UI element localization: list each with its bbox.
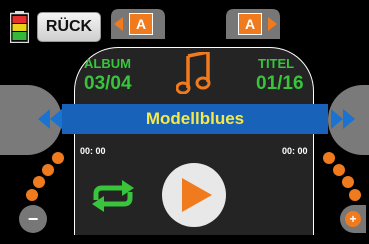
- volume-dot: [33, 176, 45, 188]
- tab-a-left[interactable]: A: [111, 9, 165, 39]
- music-note-icon: [176, 52, 211, 94]
- volume-dot: [333, 164, 345, 176]
- previous-track-icon[interactable]: [38, 109, 62, 129]
- volume-down-button[interactable]: −: [19, 205, 47, 233]
- time-elapsed: 00: 00: [80, 146, 106, 156]
- play-button[interactable]: [162, 163, 226, 227]
- volume-dot: [323, 152, 335, 164]
- album-label: ALBUM: [84, 56, 131, 71]
- volume-dot: [342, 176, 354, 188]
- title-label: TITEL: [258, 56, 295, 71]
- tab-a-label: A: [238, 13, 262, 35]
- arrow-left-icon: [114, 17, 123, 31]
- battery-icon: [10, 11, 29, 43]
- tab-a-label: A: [129, 13, 153, 35]
- volume-dot: [26, 189, 38, 201]
- play-icon: [182, 178, 212, 212]
- back-button[interactable]: RÜCK: [37, 12, 101, 42]
- repeat-icon[interactable]: [88, 180, 138, 212]
- next-track-icon[interactable]: [331, 109, 355, 129]
- tab-a-right[interactable]: A: [226, 9, 280, 39]
- title-value: 01/16: [256, 73, 304, 94]
- track-title-bar: Modellblues: [62, 104, 328, 134]
- volume-dot: [42, 164, 54, 176]
- volume-dot: [52, 152, 64, 164]
- arrow-right-icon: [268, 17, 277, 31]
- volume-up-button[interactable]: +: [340, 205, 366, 233]
- plus-dot: +: [345, 211, 361, 227]
- time-total: 00: 00: [282, 146, 308, 156]
- volume-dot: [349, 189, 361, 201]
- album-value: 03/04: [84, 73, 132, 94]
- track-name: Modellblues: [145, 109, 245, 128]
